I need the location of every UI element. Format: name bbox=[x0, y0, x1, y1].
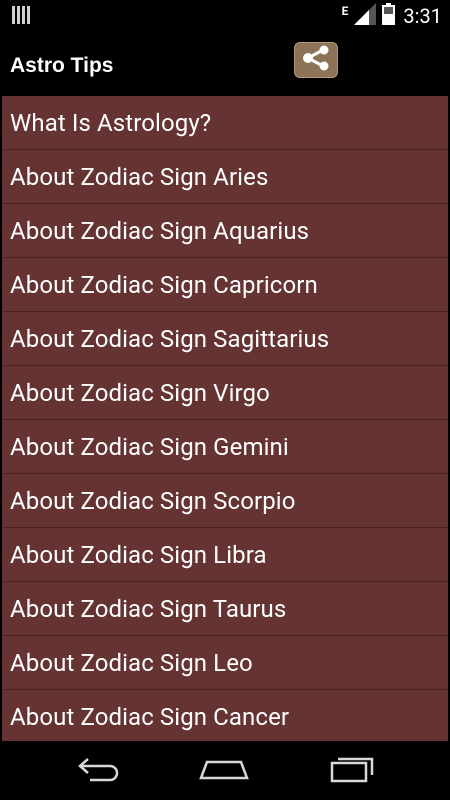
list-item[interactable]: About Zodiac Sign Taurus bbox=[2, 582, 448, 636]
list-item[interactable]: About Zodiac Sign Sagittarius bbox=[2, 312, 448, 366]
share-icon bbox=[301, 45, 331, 75]
list-item[interactable]: About Zodiac Sign Capricorn bbox=[2, 258, 448, 312]
action-bar: Astro Tips bbox=[0, 32, 450, 96]
status-bar: E 3:31 bbox=[0, 0, 450, 32]
status-indicators: E 3:31 bbox=[342, 0, 442, 32]
list-item[interactable]: About Zodiac Sign Aquarius bbox=[2, 204, 448, 258]
home-button[interactable] bbox=[199, 756, 249, 786]
app-title: Astro Tips bbox=[10, 54, 114, 77]
back-icon bbox=[76, 756, 122, 786]
list-item[interactable]: What Is Astrology? bbox=[2, 96, 448, 150]
list-item[interactable]: About Zodiac Sign Aries bbox=[2, 150, 448, 204]
topic-list[interactable]: What Is Astrology? About Zodiac Sign Ari… bbox=[2, 96, 448, 741]
list-item[interactable]: About Zodiac Sign Gemini bbox=[2, 420, 448, 474]
battery-icon bbox=[382, 3, 396, 29]
back-button[interactable] bbox=[74, 756, 124, 786]
recent-apps-icon bbox=[328, 755, 374, 787]
list-item[interactable]: About Zodiac Sign Virgo bbox=[2, 366, 448, 420]
list-item[interactable]: About Zodiac Sign Cancer bbox=[2, 690, 448, 741]
home-icon bbox=[199, 756, 249, 786]
recent-apps-button[interactable] bbox=[326, 756, 376, 786]
navigation-bar bbox=[0, 742, 450, 800]
network-type-label: E bbox=[341, 4, 349, 18]
list-item[interactable]: About Zodiac Sign Libra bbox=[2, 528, 448, 582]
share-button[interactable] bbox=[294, 42, 338, 78]
signal-icon bbox=[354, 3, 377, 29]
status-clock: 3:31 bbox=[403, 4, 442, 28]
list-item[interactable]: About Zodiac Sign Leo bbox=[2, 636, 448, 690]
notification-bars-icon bbox=[12, 6, 32, 24]
list-item[interactable]: About Zodiac Sign Scorpio bbox=[2, 474, 448, 528]
